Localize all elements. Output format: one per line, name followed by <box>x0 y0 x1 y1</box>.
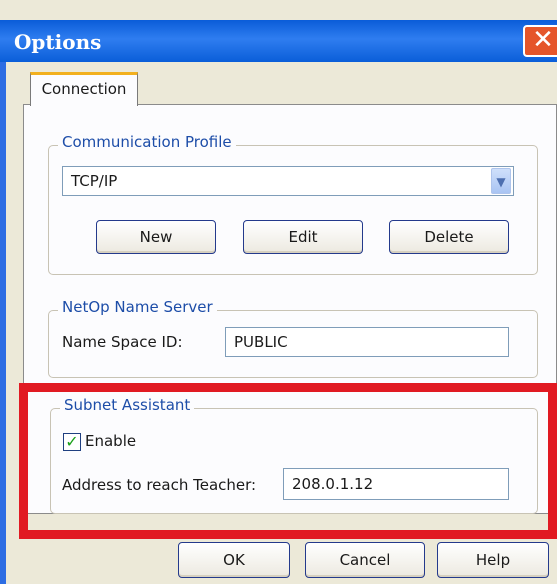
name-space-id-input[interactable]: PUBLIC <box>225 327 509 357</box>
close-button[interactable]: ✕ <box>523 25 557 57</box>
window-frame-left <box>0 62 6 584</box>
window-title: Options <box>14 30 102 54</box>
new-button[interactable]: New <box>96 220 216 254</box>
close-icon: ✕ <box>532 25 554 55</box>
name-server-legend: NetOp Name Server <box>58 298 217 316</box>
profile-select[interactable]: TCP/IP <box>62 166 514 196</box>
ok-button[interactable]: OK <box>178 542 290 578</box>
highlight-box <box>19 383 557 539</box>
profile-select-value: TCP/IP <box>71 172 118 190</box>
delete-button[interactable]: Delete <box>389 220 509 254</box>
name-space-id-label: Name Space ID: <box>62 333 183 351</box>
communication-profile-group <box>48 145 538 275</box>
help-button[interactable]: Help <box>437 542 549 578</box>
chevron-down-icon[interactable]: ▼ <box>491 168 511 194</box>
communication-profile-legend: Communication Profile <box>58 133 236 151</box>
edit-button[interactable]: Edit <box>243 220 363 254</box>
cancel-button[interactable]: Cancel <box>305 542 425 578</box>
tab-connection[interactable]: Connection <box>30 72 138 106</box>
